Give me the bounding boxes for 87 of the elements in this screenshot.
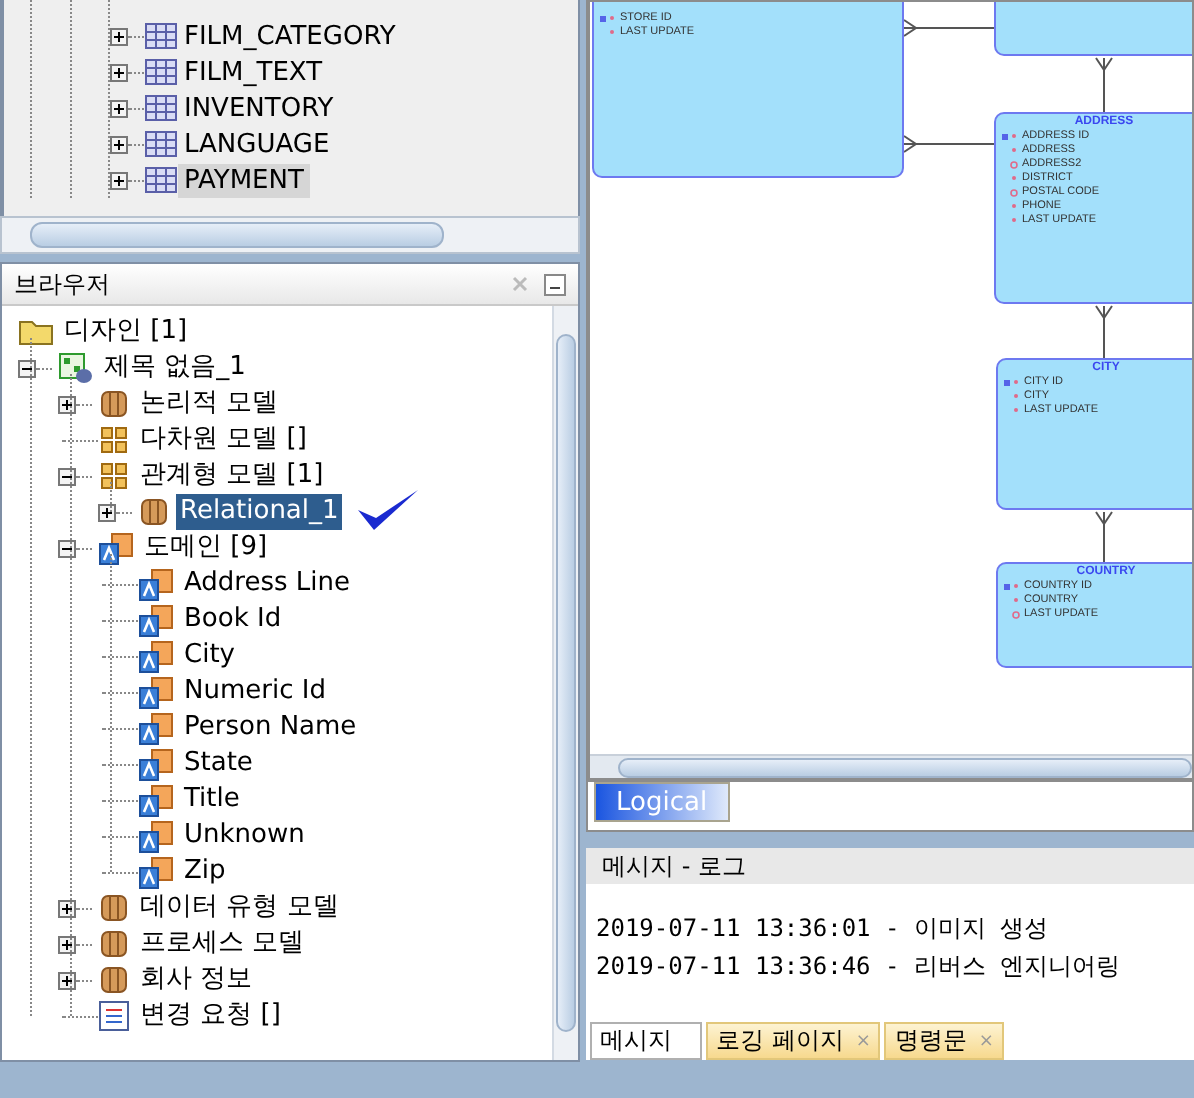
domain-icon <box>138 639 174 673</box>
folder-icon <box>18 318 54 346</box>
tree-item[interactable]: State <box>180 746 257 782</box>
log-line: 2019-07-11 13:36:46 - 리버스 엔지니어링 <box>596 950 1123 984</box>
expand-toggle[interactable] <box>110 27 128 45</box>
domain-icon <box>138 747 174 781</box>
table-item[interactable]: INVENTORY <box>178 91 340 125</box>
log-tab[interactable]: 로깅 페이지 × <box>706 1022 881 1060</box>
domain-icon <box>138 675 174 709</box>
diagram-icon <box>58 352 94 384</box>
relationship-line <box>1095 57 1113 113</box>
list-icon <box>98 1000 130 1032</box>
log-tab[interactable]: 명령문 × <box>884 1022 1004 1060</box>
relationship-line <box>903 19 997 37</box>
tree-item[interactable]: 회사 정보 <box>136 962 257 998</box>
table-item[interactable]: PAYMENT <box>178 163 310 197</box>
entity-box[interactable] <box>994 2 1192 56</box>
expand-toggle[interactable] <box>98 503 116 521</box>
grid-icon <box>98 460 130 492</box>
panel-title: 메시지 - 로그 <box>586 848 1194 884</box>
tree-item[interactable]: 제목 없음_1 <box>100 350 250 386</box>
box-icon <box>98 928 130 960</box>
expand-toggle[interactable] <box>110 63 128 81</box>
tree-item[interactable]: Person Name <box>180 710 361 746</box>
tab-label: 메시지 <box>600 1024 672 1058</box>
panel-title: 브라우저 <box>14 267 112 301</box>
tree-item[interactable]: Relational_1 <box>176 494 343 530</box>
tree-item[interactable]: 다차원 모델 [] <box>136 422 311 458</box>
relationship-line <box>1095 511 1113 563</box>
domain-icon <box>138 567 174 601</box>
vertical-scrollbar[interactable] <box>552 306 578 1060</box>
collapse-toggle[interactable] <box>58 539 76 557</box>
table-icon <box>144 22 178 50</box>
domain-icon <box>138 819 174 853</box>
expand-toggle[interactable] <box>58 935 76 953</box>
horizontal-scrollbar[interactable] <box>590 754 1192 778</box>
tree-item[interactable]: Zip <box>180 854 230 890</box>
tree-item[interactable]: City <box>180 638 239 674</box>
table-item[interactable]: FILM_CATEGORY <box>178 19 402 53</box>
domain-icon <box>138 855 174 889</box>
table-icon <box>144 58 178 86</box>
domain-icon <box>138 603 174 637</box>
tab-label: 명령문 <box>894 1024 967 1058</box>
tree-item[interactable]: 관계형 모델 [1] <box>136 458 328 494</box>
table-icon <box>144 130 178 158</box>
tab-label: 로깅 페이지 <box>716 1024 844 1058</box>
tree-item[interactable]: 도메인 [9] <box>140 530 272 566</box>
tree-item[interactable]: 논리적 모델 <box>136 386 283 422</box>
box-icon <box>98 964 130 996</box>
key-marker-icon <box>600 14 616 24</box>
domain-icon <box>98 531 134 565</box>
table-icon <box>144 166 178 194</box>
minimize-icon[interactable] <box>544 273 566 295</box>
collapse-toggle[interactable] <box>18 359 36 377</box>
box-icon <box>98 388 130 420</box>
table-item[interactable]: FILM_TEXT <box>178 55 329 89</box>
tree-item[interactable]: 데이터 유형 모델 <box>136 890 343 926</box>
box-icon <box>98 892 130 924</box>
expand-toggle[interactable] <box>110 135 128 153</box>
box-icon <box>138 496 170 528</box>
table-icon <box>144 94 178 122</box>
tree-item[interactable]: 프로세스 모델 <box>136 926 309 962</box>
tree-item[interactable]: 디자인 [1] <box>60 314 192 350</box>
tree-item[interactable]: Title <box>180 782 244 818</box>
expand-toggle[interactable] <box>58 971 76 989</box>
tree-item[interactable]: Book Id <box>180 602 286 638</box>
tree-item[interactable]: Address Line <box>180 566 354 602</box>
log-line: 2019-07-11 13:36:01 - 이미지 생성 <box>596 912 1051 946</box>
expand-toggle[interactable] <box>110 99 128 117</box>
relationship-line <box>903 135 997 153</box>
expand-toggle[interactable] <box>110 171 128 189</box>
tree-item[interactable]: Unknown <box>180 818 309 854</box>
grid-icon <box>98 424 130 456</box>
log-tab[interactable]: 메시지 <box>590 1022 702 1060</box>
table-item[interactable]: LANGUAGE <box>178 127 336 161</box>
horizontal-scrollbar[interactable] <box>0 216 580 254</box>
domain-icon <box>138 711 174 745</box>
relationship-line <box>1095 305 1113 359</box>
key-marker-icon <box>1002 132 1018 142</box>
domain-icon <box>138 783 174 817</box>
collapse-toggle[interactable] <box>58 467 76 485</box>
tree-item[interactable]: 변경 요청 [] <box>136 998 285 1034</box>
expand-toggle[interactable] <box>58 899 76 917</box>
key-marker-icon <box>1004 378 1020 388</box>
tree-item[interactable]: Numeric Id <box>180 674 330 710</box>
expand-toggle[interactable] <box>58 395 76 413</box>
key-marker-icon <box>1004 582 1020 592</box>
